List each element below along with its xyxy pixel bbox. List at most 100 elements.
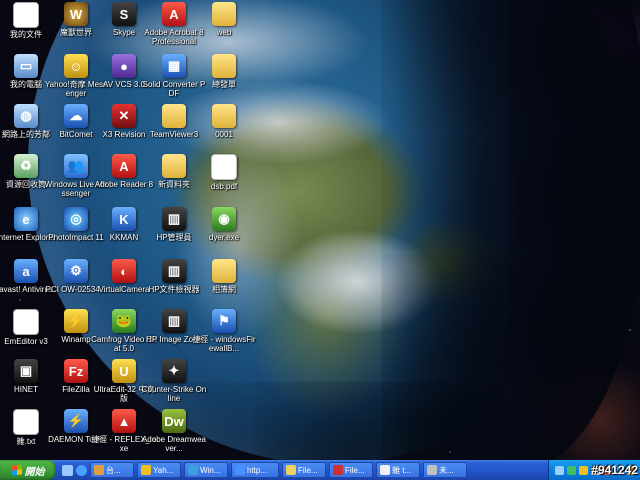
yahoo-tray-icon[interactable] bbox=[579, 465, 588, 475]
av-vcs-icon: ● bbox=[112, 54, 136, 78]
folder-icon bbox=[286, 465, 296, 475]
desktop-icon-label: FileZilla bbox=[62, 385, 90, 394]
editor-icon bbox=[427, 465, 437, 475]
start-label: 開始 bbox=[24, 466, 45, 478]
desktop-icon-label: EmEditor v3 bbox=[4, 337, 48, 346]
taskbar-button-label: http... bbox=[247, 465, 268, 475]
folder-icon bbox=[212, 104, 236, 128]
solid-converter-icon: ▦ bbox=[162, 54, 186, 78]
adobe-acrobat-icon: A bbox=[162, 2, 186, 26]
window-icon bbox=[94, 465, 104, 475]
taskbar-button[interactable]: Yah... bbox=[137, 462, 181, 478]
text-file-icon: txt bbox=[13, 409, 39, 435]
desktop-icon-label: BitComet bbox=[59, 130, 93, 139]
taskbar-button[interactable]: http... bbox=[231, 462, 279, 478]
camfrog-icon: 🐸 bbox=[112, 309, 136, 333]
desktop-icon-label: KKMAN bbox=[109, 233, 139, 242]
desktop-icon-label: AV VCS 3.0 bbox=[102, 80, 146, 89]
hp-document-viewer-icon: ▥ bbox=[162, 259, 186, 283]
ie-quicklaunch-icon[interactable] bbox=[76, 464, 87, 476]
ie-icon bbox=[235, 465, 245, 475]
desktop-icon[interactable]: 0001 bbox=[191, 104, 257, 139]
taskbar-button[interactable]: 台... bbox=[90, 462, 134, 478]
taskbar-button[interactable]: Win... bbox=[184, 462, 228, 478]
avast-antivirus-icon: a bbox=[14, 259, 38, 283]
msn-icon[interactable] bbox=[567, 465, 576, 475]
quick-launch bbox=[62, 464, 87, 476]
taskbar-button[interactable]: 雜 t... bbox=[376, 462, 420, 478]
virtual-camera-icon: ◐ bbox=[112, 259, 136, 283]
desktop-icon[interactable]: ⚑ 捷徑 - windowsFirewallB... bbox=[191, 309, 257, 353]
folder-icon bbox=[162, 104, 186, 128]
desktop-icon-label: 魔獸世界 bbox=[60, 28, 92, 37]
desktop-icon[interactable]: Dw Adobe Dreamweaver... bbox=[141, 409, 207, 453]
taskbar-button-label: 雜 t... bbox=[392, 465, 412, 475]
skype-icon: S bbox=[112, 2, 136, 26]
x3-revision-icon: ✕ bbox=[112, 104, 136, 128]
night-shadow bbox=[390, 0, 640, 460]
start-button[interactable]: 開始 bbox=[0, 460, 56, 480]
messenger-icon bbox=[188, 465, 198, 475]
desktop-icon-label: dyer.exe bbox=[208, 233, 240, 242]
taskbar-button-label: 台... bbox=[106, 465, 121, 475]
taskbar-button-label: Win... bbox=[200, 465, 221, 475]
watermark: #941242 bbox=[591, 463, 638, 477]
recycle-bin-icon: ♻ bbox=[14, 154, 38, 178]
show-desktop-icon[interactable] bbox=[62, 464, 73, 476]
photoimpact-icon: ◎ bbox=[64, 207, 88, 231]
kkman-icon: K bbox=[112, 207, 136, 231]
desktop-icon-label: 0001 bbox=[215, 130, 233, 139]
desktop-icon-label: Adobe Dreamweaver... bbox=[141, 435, 207, 453]
desktop-icon-label: 我的電腦 bbox=[10, 80, 42, 89]
taskbar-button-label: File... bbox=[345, 465, 365, 475]
desktop-icon-label: 我的文件 bbox=[10, 30, 42, 39]
ultraedit-icon: U bbox=[112, 359, 136, 383]
counter-strike-icon: ✦ bbox=[162, 359, 186, 383]
network-places-icon: ◍ bbox=[14, 104, 38, 128]
windows-live-messenger-icon: 👥 bbox=[64, 154, 88, 178]
desktop-icon[interactable]: ✦ Counter-Strike Online bbox=[141, 359, 207, 403]
desktop-icon-label: HP管理員 bbox=[156, 233, 192, 242]
filezilla-icon: Fz bbox=[64, 359, 88, 383]
daemon-tools-icon: ⚡ bbox=[64, 409, 88, 433]
taskbar-button-label: 未... bbox=[439, 465, 454, 475]
desktop-icon-label: 總發單 bbox=[212, 80, 236, 89]
world-of-warcraft-icon: W bbox=[64, 2, 88, 26]
winamp-icon: ⚡ bbox=[64, 309, 88, 333]
internet-explorer-icon: e bbox=[14, 207, 38, 231]
desktop-icon-label: dsb.pdf bbox=[210, 182, 238, 191]
desktop-icon-label: Skype bbox=[112, 28, 136, 37]
desktop-icon-label: 相簿網 bbox=[212, 285, 236, 294]
pdf-file-icon: PDF bbox=[211, 154, 237, 180]
desktop-icon[interactable]: ◉ dyer.exe bbox=[191, 207, 257, 242]
network-icon[interactable] bbox=[555, 465, 564, 475]
yahoo-icon bbox=[141, 465, 151, 475]
taskbar-button[interactable]: 未... bbox=[423, 462, 467, 478]
desktop-icon[interactable]: 總發單 bbox=[191, 54, 257, 89]
adobe-reader-icon: A bbox=[112, 154, 136, 178]
folder-icon bbox=[212, 2, 236, 26]
hinet-icon: ▣ bbox=[14, 359, 38, 383]
desktop-icon[interactable]: 相簿網 bbox=[191, 259, 257, 294]
desktop-icon[interactable]: web bbox=[191, 2, 257, 37]
folder-icon bbox=[162, 154, 186, 178]
desktop-icon-label: 資源回收筒 bbox=[6, 180, 46, 189]
desktop-icon-label: 新資料夾 bbox=[158, 180, 190, 189]
taskbar-button[interactable]: File... bbox=[329, 462, 373, 478]
taskbar-button[interactable]: File... bbox=[282, 462, 326, 478]
taskbar-button-label: File... bbox=[298, 465, 318, 475]
folder-icon bbox=[212, 54, 236, 78]
desktop-icon-label: web bbox=[216, 28, 232, 37]
desktop-icon-label: 捷徑 - windowsFirewallB... bbox=[192, 335, 256, 353]
desktop-icon-label: X3 Revision bbox=[102, 130, 146, 139]
taskbar: 開始 台... Yah... Win... http... File... File...… bbox=[0, 460, 640, 480]
desktop-icon[interactable]: PDF dsb.pdf bbox=[191, 154, 257, 191]
hp-manager-icon: ▥ bbox=[162, 207, 186, 231]
desktop-icon-label: Winamp bbox=[61, 335, 91, 344]
eye-app-icon: ◉ bbox=[212, 207, 236, 231]
desktop-icon-label: 雜.txt bbox=[16, 437, 36, 446]
filezilla-icon bbox=[333, 465, 343, 475]
pci-device-icon: ⚙ bbox=[64, 259, 88, 283]
notepad-icon bbox=[380, 465, 390, 475]
taskbar-button-label: Yah... bbox=[153, 465, 174, 475]
